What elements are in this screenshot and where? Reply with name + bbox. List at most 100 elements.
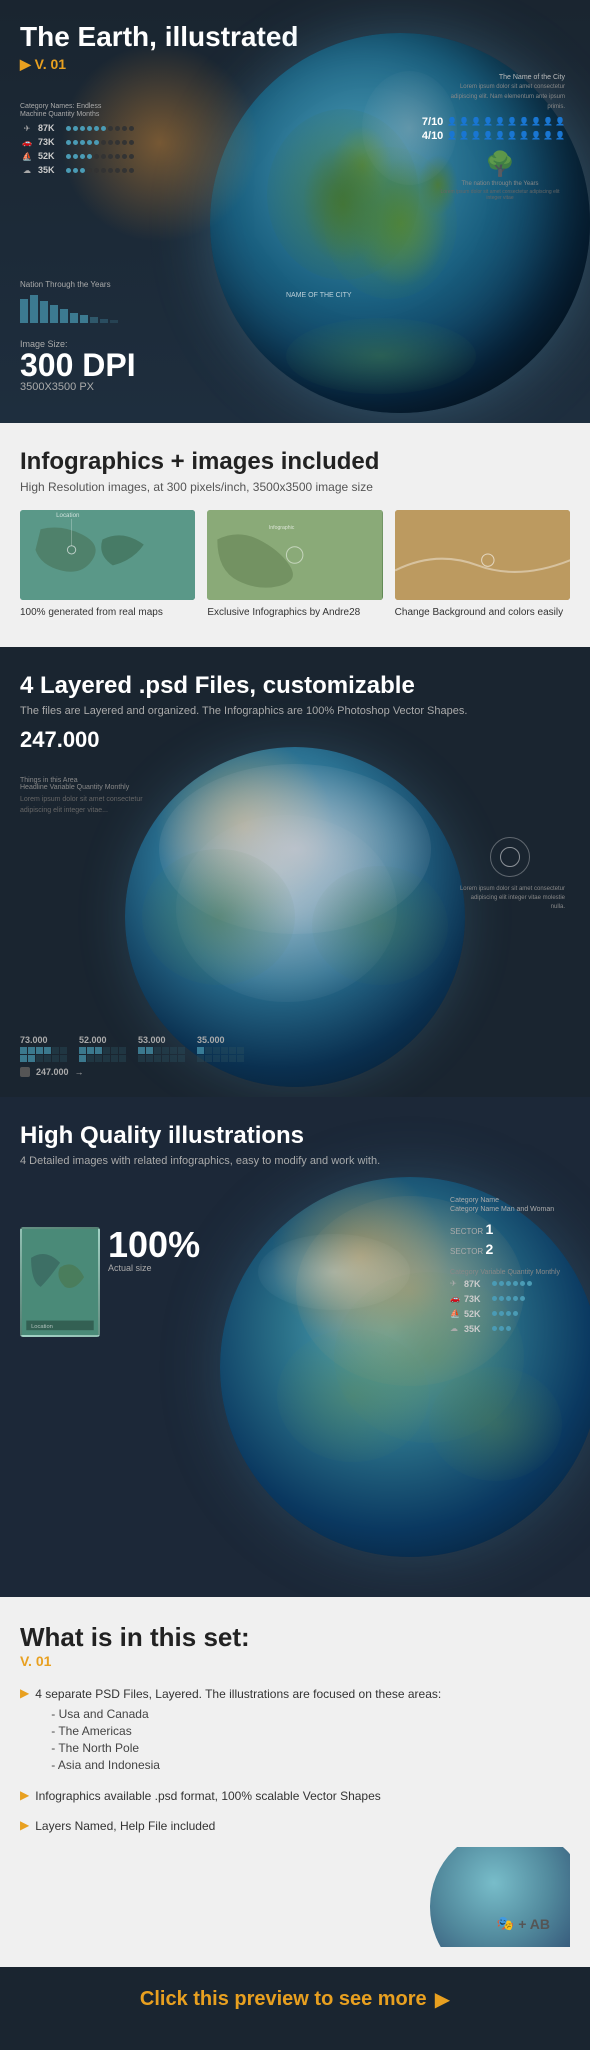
psd-grid-2 (79, 1047, 126, 1062)
grid-cell (229, 1055, 236, 1062)
grid-cell (213, 1047, 220, 1054)
star (513, 1311, 518, 1316)
whatsin-text-1: 4 separate PSD Files, Layered. The illus… (35, 1685, 441, 1703)
star (499, 1296, 504, 1301)
psd-right-text: Lorem ipsum dolor sit amet consectetur a… (455, 885, 565, 912)
hero-title: The Earth, illustrated (20, 20, 570, 54)
hq-cat-label-2: Category Name Man and Woman (450, 1206, 560, 1213)
person-icon: 👤 (495, 117, 505, 126)
thumb-caption-2: Exclusive Infographics by Andre28 (207, 606, 382, 619)
dot-empty (87, 168, 92, 173)
grid-cell (87, 1055, 94, 1062)
grid-cell (36, 1047, 43, 1054)
hero-globe-area: NAME OF THE CITY Category Names: Endless… (20, 63, 570, 383)
dot-empty (101, 168, 106, 173)
grid-cell (44, 1047, 51, 1054)
thumb-image-2: Infographic (207, 510, 382, 600)
cta-section[interactable]: Click this preview to see more ▶ (0, 1967, 590, 2032)
person-icon: 👤 (531, 131, 541, 140)
whatsin-subitem-4: - Asia and Indonesia (51, 1758, 441, 1772)
person-icon: 👤 (471, 131, 481, 140)
dot-empty (108, 168, 113, 173)
cta-arrow-icon: ▶ (435, 1987, 450, 2012)
infographics-section: Infographics + images included High Reso… (0, 423, 590, 648)
grid-cell (138, 1055, 145, 1062)
dot (87, 154, 92, 159)
dot-empty (94, 154, 99, 159)
grid-cell (79, 1047, 86, 1054)
hq-stars-2 (492, 1296, 525, 1301)
psd-title: 4 Layered .psd Files, customizable (20, 672, 570, 701)
bar (50, 305, 58, 323)
hq-stat-row-3: ⛵ 52K (450, 1309, 560, 1319)
dot (94, 126, 99, 131)
psd-stat-4: 35.000 (197, 1035, 244, 1062)
hq-percent-value: 100% (108, 1227, 200, 1263)
rating-block: 7/10 👤 👤 👤 👤 👤 👤 👤 👤 👤 👤 (435, 116, 565, 128)
grid-cell (103, 1055, 110, 1062)
grid-cell (162, 1047, 169, 1054)
stat-dots-1 (66, 126, 134, 131)
psd-globe-area: Things in this AreaHeadline Variable Qua… (20, 757, 570, 1077)
thumb-caption-1: 100% generated from real maps (20, 606, 195, 619)
psd-section: 4 Layered .psd Files, customizable The f… (0, 647, 590, 1097)
dot (94, 140, 99, 145)
psd-left-panel: Things in this AreaHeadline Variable Qua… (20, 777, 150, 816)
star (492, 1311, 497, 1316)
psd-stat-1: 73.000 (20, 1035, 67, 1062)
person-icon: 👤 (555, 117, 565, 126)
hq-stat-row-1: ✈ 87K (450, 1279, 560, 1289)
person-icon: 👤 (519, 117, 529, 126)
hq-section: High Quality illustrations 4 Detailed im… (0, 1097, 590, 1597)
hq-stat-val-1: 87K (464, 1279, 492, 1289)
person-icon: 👤 (543, 131, 553, 140)
hq-title: High Quality illustrations (20, 1122, 570, 1151)
grid-cell (146, 1047, 153, 1054)
grid-cell (170, 1047, 177, 1054)
person-icon: 👤 (555, 131, 565, 140)
whatsin-item-3: ▶ Layers Named, Help File included (20, 1817, 570, 1835)
hero-section: The Earth, illustrated ▶ V. 01 NAME OF T… (0, 0, 590, 423)
grid-cell (221, 1055, 228, 1062)
star (506, 1281, 511, 1286)
person-icon: 👤 (459, 131, 469, 140)
whatsin-item-content-1: 4 separate PSD Files, Layered. The illus… (35, 1685, 441, 1775)
whatsin-sublist-1: - Usa and Canada - The Americas - The No… (51, 1707, 441, 1772)
nation-text: The nation through the Years (435, 181, 565, 187)
grid-cell (178, 1047, 185, 1054)
hq-stats-category-label: Category Variable Quantity Monthly (450, 1269, 560, 1276)
whatsin-subitem-1: - Usa and Canada (51, 1707, 441, 1721)
grid-cell (95, 1055, 102, 1062)
bar (80, 315, 88, 323)
dot (73, 168, 78, 173)
svg-text:Location: Location (56, 512, 80, 519)
grid-cell (20, 1055, 27, 1062)
dot (66, 168, 71, 173)
stat-value-3: 52K (38, 151, 66, 161)
bar (20, 299, 28, 323)
grid-cell (229, 1047, 236, 1054)
grid-cell (178, 1055, 185, 1062)
grid-cell (52, 1047, 59, 1054)
nation-body: Lorem ipsum dolor sit amet consectetur a… (435, 189, 565, 202)
star (499, 1326, 504, 1331)
grid-cell (60, 1055, 67, 1062)
stat-row-1: ✈ 87K (20, 123, 134, 133)
thumb-item-2: Infographic Exclusive Infographics by An… (207, 510, 382, 619)
psd-stat-3: 53.000 (138, 1035, 185, 1062)
thumb-item-3: Change Background and colors easily (395, 510, 570, 619)
psd-stat-value-3: 53.000 (138, 1035, 185, 1045)
psd-stat-value-4: 35.000 (197, 1035, 244, 1045)
psd-total-label: 247.000 → (20, 1067, 84, 1077)
star (492, 1326, 497, 1331)
whatsin-subitem-2: - The Americas (51, 1724, 441, 1738)
thumb-image-1: Location (20, 510, 195, 600)
bar-chart-inner (20, 293, 118, 323)
grid-cell (79, 1055, 86, 1062)
dot-empty (94, 168, 99, 173)
person-icon: 👤 (519, 131, 529, 140)
star (506, 1296, 511, 1301)
hq-sector2: SECTOR 2 (450, 1241, 560, 1257)
dot-empty (108, 154, 113, 159)
dot (73, 140, 78, 145)
